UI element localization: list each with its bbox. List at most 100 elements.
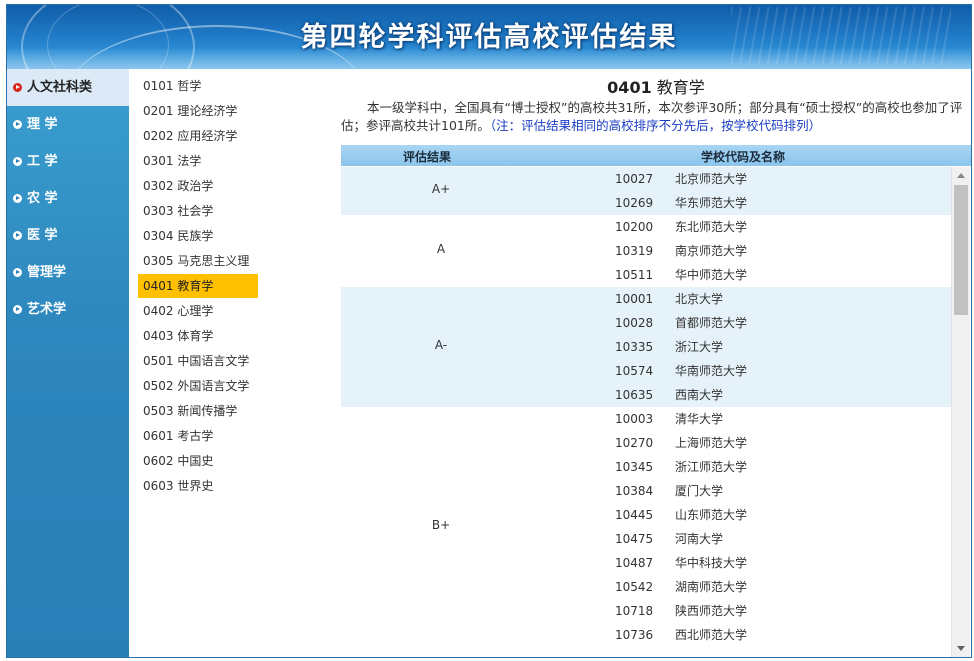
- school-code: 10270: [615, 436, 654, 450]
- school-code: 10736: [615, 628, 654, 642]
- school-code: 10475: [615, 532, 654, 546]
- school-name: 西北师范大学: [675, 628, 748, 642]
- school-name: 东北师范大学: [675, 220, 748, 234]
- category-label: 农 学: [27, 191, 58, 206]
- arrow-right-icon: [13, 305, 22, 314]
- arrow-right-icon: [13, 157, 22, 166]
- category-item[interactable]: 人文社科类: [7, 69, 129, 106]
- school-code: 10574: [615, 364, 654, 378]
- arrow-right-icon: [13, 120, 22, 129]
- table-row: 10384 厦门大学: [341, 479, 951, 503]
- category-item[interactable]: 医 学: [7, 217, 129, 254]
- table-header: 评估结果 学校代码及名称: [341, 145, 971, 166]
- school-code: 10635: [615, 388, 654, 402]
- category-item[interactable]: 管理学: [7, 254, 129, 291]
- subject-item[interactable]: 0602 中国史: [138, 449, 258, 473]
- subject-item[interactable]: 0202 应用经济学: [138, 124, 258, 148]
- table-row: 10542 湖南师范大学: [341, 575, 951, 599]
- table-row: 10319 南京师范大学: [341, 239, 951, 263]
- subject-item[interactable]: 0303 社会学: [138, 199, 258, 223]
- subject-item[interactable]: 0501 中国语言文学: [138, 349, 258, 373]
- school-name: 厦门大学: [675, 484, 724, 498]
- school-code: 10335: [615, 340, 654, 354]
- category-item[interactable]: 农 学: [7, 180, 129, 217]
- subject-item[interactable]: 0403 体育学: [138, 324, 258, 348]
- school-name: 浙江师范大学: [675, 460, 748, 474]
- grade-group: A+ 10027 北京师范大学 10269 华东师范大学: [341, 167, 951, 215]
- subject-item[interactable]: 0402 心理学: [138, 299, 258, 323]
- grade-group: A 10200 东北师范大学 10319 南京师范大学 10511 华中师范大学: [341, 215, 951, 287]
- header-banner: 第四轮学科评估高校评估结果: [7, 5, 971, 69]
- school-name: 清华大学: [675, 412, 724, 426]
- scroll-down-icon[interactable]: [957, 646, 965, 651]
- school-name: 浙江大学: [675, 340, 724, 354]
- school-name: 湖南师范大学: [675, 580, 748, 594]
- table-row: 10718 陕西师范大学: [341, 599, 951, 623]
- subject-item[interactable]: 0502 外国语言文学: [138, 374, 258, 398]
- school-code: 10718: [615, 604, 654, 618]
- vertical-scrollbar[interactable]: [951, 167, 970, 657]
- school-name: 河南大学: [675, 532, 724, 546]
- subject-list: 0101 哲学 0201 理论经济学 0202 应用经济学 0301 法学 0302 政…: [129, 69, 342, 657]
- table-row: 10574 华南师范大学: [341, 359, 951, 383]
- table-row: 10511 华中师范大学: [341, 263, 951, 287]
- arrow-right-icon: [13, 194, 22, 203]
- table-row: 10028 首都师范大学: [341, 311, 951, 335]
- category-item[interactable]: 理 学: [7, 106, 129, 143]
- school-code: 10200: [615, 220, 654, 234]
- category-label: 工 学: [27, 154, 58, 169]
- school-name: 华南师范大学: [675, 364, 748, 378]
- category-label: 理 学: [27, 117, 58, 132]
- table-row: 10003 清华大学: [341, 407, 951, 431]
- school-name: 北京师范大学: [675, 172, 748, 186]
- school-name: 上海师范大学: [675, 436, 748, 450]
- school-code: 10001: [615, 292, 654, 306]
- subject-item[interactable]: 0304 民族学: [138, 224, 258, 248]
- arrow-right-icon: [13, 83, 22, 92]
- subject-item[interactable]: 0101 哲学: [138, 74, 258, 98]
- table-row: 10345 浙江师范大学: [341, 455, 951, 479]
- table-row: 10270 上海师范大学: [341, 431, 951, 455]
- category-label: 医 学: [27, 228, 58, 243]
- subject-item[interactable]: 0601 考古学: [138, 424, 258, 448]
- category-label: 艺术学: [27, 302, 67, 317]
- school-code: 10345: [615, 460, 654, 474]
- school-name: 陕西师范大学: [675, 604, 748, 618]
- table-row: 10736 西北师范大学: [341, 623, 951, 647]
- school-code: 10028: [615, 316, 654, 330]
- subject-item[interactable]: 0305 马克思主义理论: [138, 249, 258, 292]
- subject-heading: 0401 教育学: [341, 74, 971, 98]
- subject-item[interactable]: 0603 世界史: [138, 474, 258, 498]
- school-name: 西南大学: [675, 388, 724, 402]
- subject-item[interactable]: 0401 教育学: [138, 274, 258, 298]
- subject-item[interactable]: 0302 政治学: [138, 174, 258, 198]
- category-item[interactable]: 工 学: [7, 143, 129, 180]
- column-header-grade: 评估结果: [403, 150, 452, 164]
- table-row: 10027 北京师范大学: [341, 167, 951, 191]
- sort-note: （注：评估结果相同的高校排序不分先后，按学校代码排列）: [489, 118, 822, 133]
- school-code: 10027: [615, 172, 654, 186]
- arrow-right-icon: [13, 268, 22, 277]
- school-name: 山东师范大学: [675, 508, 748, 522]
- category-sidebar: 人文社科类理 学工 学农 学医 学管理学艺术学: [7, 69, 129, 657]
- table-row: 10475 河南大学: [341, 527, 951, 551]
- category-label: 人文社科类: [27, 80, 93, 95]
- school-code: 10319: [615, 244, 654, 258]
- school-name: 华东师范大学: [675, 196, 748, 210]
- subject-description: 本一级学科中，全国具有“博士授权”的高校共31所，本次参评30所；部分具有“硕士…: [341, 99, 969, 135]
- school-code: 10445: [615, 508, 654, 522]
- school-code: 10003: [615, 412, 654, 426]
- school-code: 10542: [615, 580, 654, 594]
- result-table: A+ 10027 北京师范大学 10269 华东师范大学 A 10200 东北师范大学 1031…: [341, 167, 951, 657]
- subject-item[interactable]: 0201 理论经济学: [138, 99, 258, 123]
- table-row: 10200 东北师范大学: [341, 215, 951, 239]
- category-item[interactable]: 艺术学: [7, 291, 129, 328]
- school-name: 北京大学: [675, 292, 724, 306]
- page-title: 第四轮学科评估高校评估结果: [300, 22, 678, 53]
- subject-item[interactable]: 0301 法学: [138, 149, 258, 173]
- horizontal-scrollbar[interactable]: [365, 657, 925, 658]
- scroll-thumb[interactable]: [954, 185, 968, 315]
- grade-group: A- 10001 北京大学 10028 首都师范大学 10335 浙江大学 10574 华南师范…: [341, 287, 951, 407]
- scroll-up-icon[interactable]: [957, 173, 965, 178]
- subject-item[interactable]: 0503 新闻传播学: [138, 399, 258, 423]
